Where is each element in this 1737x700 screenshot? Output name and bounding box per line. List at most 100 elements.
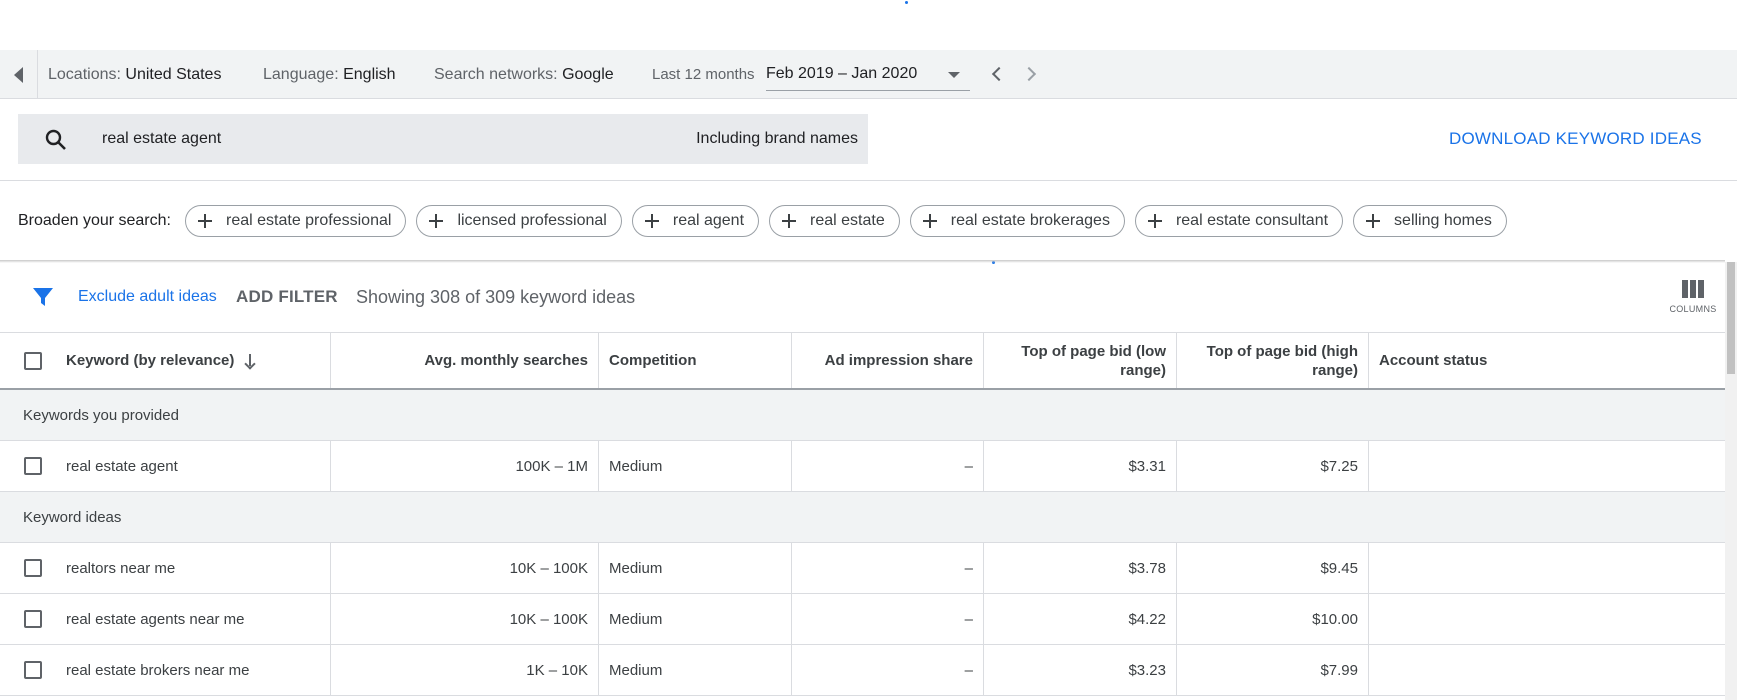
section-shadow <box>0 260 1725 263</box>
dropdown-caret-icon <box>948 72 960 78</box>
low-bid-cell: $4.22 <box>983 594 1176 644</box>
broaden-search-label: Broaden your search: <box>18 212 171 229</box>
group-header-provided: Keywords you provided <box>0 390 1725 441</box>
search-networks-filter[interactable]: Search networks: Google <box>434 50 614 99</box>
broaden-chip[interactable]: real agent <box>631 205 760 237</box>
group-header-ideas: Keyword ideas <box>0 492 1725 543</box>
select-all-checkbox[interactable] <box>24 351 42 370</box>
date-range-select[interactable]: Feb 2019 – Jan 2020 <box>766 58 970 91</box>
account-status-header[interactable]: Account status <box>1368 333 1725 388</box>
account-status-cell <box>1368 594 1725 644</box>
brand-names-toggle[interactable]: Including brand names <box>696 114 858 164</box>
filter-funnel-icon[interactable] <box>32 286 54 308</box>
low-bid-cell: $3.78 <box>983 543 1176 593</box>
low-bid-cell: $3.23 <box>983 645 1176 695</box>
language-filter[interactable]: Language: English <box>263 50 396 99</box>
plus-icon <box>427 212 445 230</box>
collapse-sidebar-button[interactable] <box>0 50 38 99</box>
table-row[interactable]: real estate brokers near me 1K – 10K Med… <box>0 645 1725 696</box>
keyword-cell: realtors near me <box>66 559 176 577</box>
high-bid-cell: $10.00 <box>1176 594 1368 644</box>
download-keyword-ideas-button[interactable]: DOWNLOAD KEYWORD IDEAS <box>1449 114 1702 164</box>
group-label: Keyword ideas <box>23 508 122 526</box>
low-bid-cell: $3.31 <box>983 441 1176 491</box>
table-row[interactable]: real estate agent 100K – 1M Medium – $3.… <box>0 441 1725 492</box>
triangle-left-icon <box>14 66 23 83</box>
plus-icon <box>643 212 661 230</box>
competition-header[interactable]: Competition <box>598 333 791 388</box>
plus-icon <box>1364 212 1382 230</box>
competition-cell: Medium <box>598 543 791 593</box>
high-bid-cell: $7.99 <box>1176 645 1368 695</box>
plus-icon <box>921 212 939 230</box>
row-checkbox[interactable] <box>24 457 42 475</box>
divider <box>0 180 1737 181</box>
table-row[interactable]: real estate agents near me 10K – 100K Me… <box>0 594 1725 645</box>
avg-searches-cell: 1K – 10K <box>330 645 598 695</box>
plus-icon <box>780 212 798 230</box>
high-bid-header[interactable]: Top of page bid (high range) <box>1176 333 1368 388</box>
loading-dot <box>905 1 908 4</box>
scrollbar-thumb[interactable] <box>1727 262 1735 374</box>
high-bid-cell: $7.25 <box>1176 441 1368 491</box>
competition-cell: Medium <box>598 594 791 644</box>
broaden-chip[interactable]: real estate consultant <box>1134 205 1344 237</box>
language-value: English <box>343 65 396 83</box>
chip-label: real estate consultant <box>1175 212 1329 229</box>
chip-label: real estate professional <box>226 212 392 229</box>
row-checkbox[interactable] <box>24 610 42 628</box>
exclude-adult-ideas-filter[interactable]: Exclude adult ideas <box>78 281 217 313</box>
row-checkbox-cell[interactable] <box>0 543 66 593</box>
search-icon <box>45 129 66 150</box>
targeting-bar: Locations: United States Language: Engli… <box>0 50 1737 99</box>
ad-impression-share-header[interactable]: Ad impression share <box>791 333 983 388</box>
keyword-cell: real estate agent <box>66 457 178 475</box>
locations-filter[interactable]: Locations: United States <box>48 50 221 99</box>
avg-monthly-searches-header[interactable]: Avg. monthly searches <box>330 333 598 388</box>
keyword-search-box[interactable]: real estate agent Including brand names <box>18 114 868 164</box>
competition-cell: Medium <box>598 645 791 695</box>
columns-icon <box>1682 280 1704 298</box>
row-checkbox-cell[interactable] <box>0 441 66 491</box>
plus-icon <box>1146 212 1164 230</box>
avg-searches-cell: 10K – 100K <box>330 543 598 593</box>
row-checkbox-cell[interactable] <box>0 645 66 695</box>
competition-cell: Medium <box>598 441 791 491</box>
plus-icon <box>196 212 214 230</box>
row-checkbox[interactable] <box>24 559 42 577</box>
search-networks-value: Google <box>562 65 614 83</box>
ad-share-cell: – <box>791 594 983 644</box>
account-status-cell <box>1368 441 1725 491</box>
keyword-table: Keyword (by relevance) Avg. monthly sear… <box>0 332 1725 696</box>
search-networks-label: Search networks: <box>434 65 558 83</box>
arrow-down-icon <box>244 353 256 368</box>
chip-label: real estate <box>810 212 885 229</box>
next-range-button[interactable] <box>1021 64 1041 84</box>
ad-share-cell: – <box>791 543 983 593</box>
keyword-cell: real estate agents near me <box>66 610 245 628</box>
row-checkbox-cell[interactable] <box>0 594 66 644</box>
broaden-chip[interactable]: real estate professional <box>185 205 407 237</box>
broaden-chip[interactable]: selling homes <box>1353 205 1507 237</box>
chip-label: selling homes <box>1394 212 1492 229</box>
add-filter-button[interactable]: ADD FILTER <box>236 281 338 313</box>
avg-searches-cell: 10K – 100K <box>330 594 598 644</box>
broaden-chip[interactable]: real estate brokerages <box>909 205 1125 237</box>
broaden-chip[interactable]: licensed professional <box>416 205 622 237</box>
columns-button[interactable]: COLUMNS <box>1664 272 1722 322</box>
broaden-chip[interactable]: real estate <box>769 205 900 237</box>
row-checkbox[interactable] <box>24 661 42 679</box>
low-bid-header[interactable]: Top of page bid (low range) <box>983 333 1176 388</box>
chevron-left-icon <box>991 66 1007 82</box>
previous-range-button[interactable] <box>987 64 1007 84</box>
select-all-checkbox-cell[interactable] <box>0 333 66 388</box>
locations-value: United States <box>125 65 222 83</box>
broaden-chips: real estate professional licensed profes… <box>185 205 1507 237</box>
search-query[interactable]: real estate agent <box>102 114 221 164</box>
table-row[interactable]: realtors near me 10K – 100K Medium – $3.… <box>0 543 1725 594</box>
ad-share-cell: – <box>791 441 983 491</box>
group-label: Keywords you provided <box>23 406 179 424</box>
keyword-column-header[interactable]: Keyword (by relevance) <box>66 333 330 388</box>
locations-label: Locations: <box>48 65 121 83</box>
account-status-cell <box>1368 645 1725 695</box>
